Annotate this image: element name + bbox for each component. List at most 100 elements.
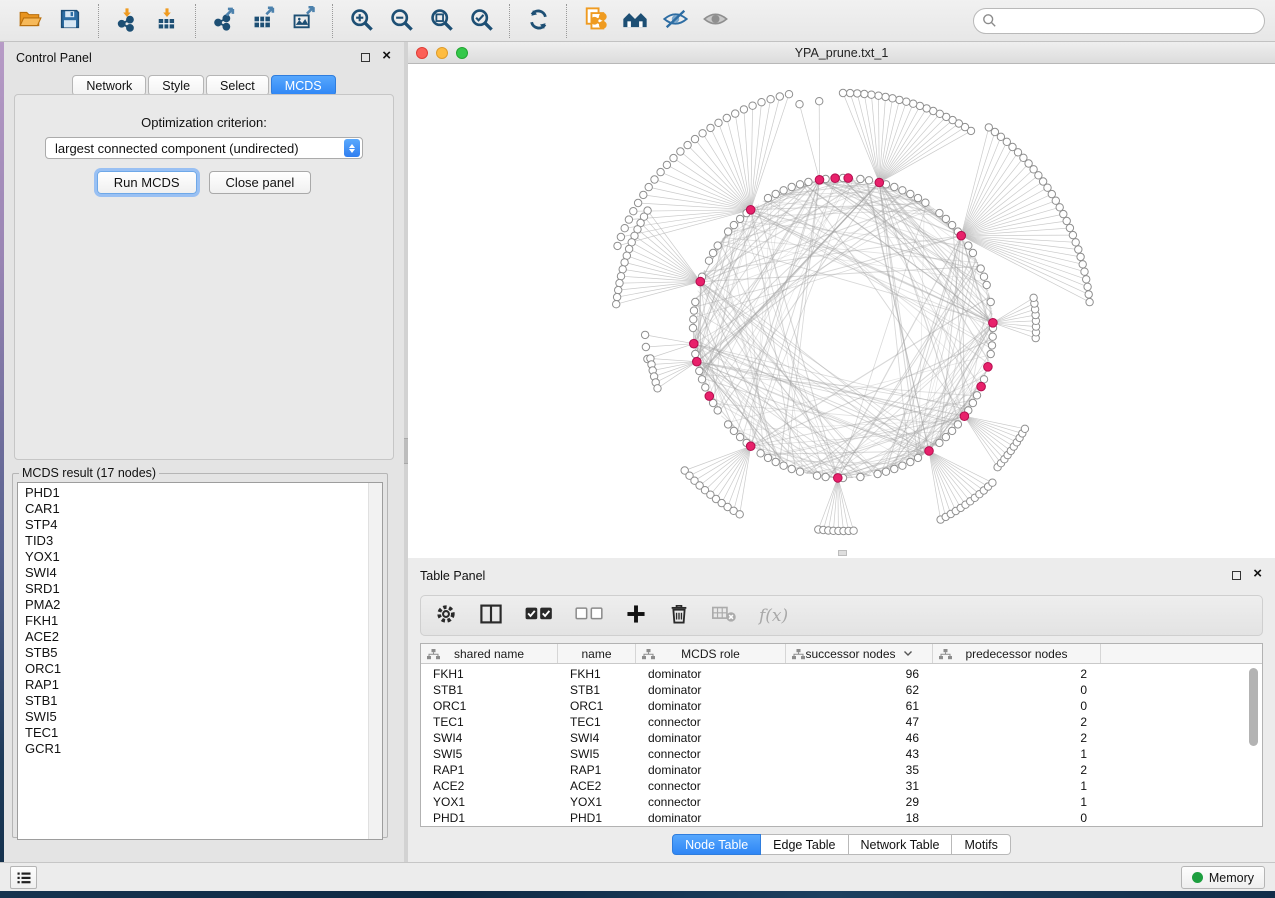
export-image-button[interactable] — [287, 3, 321, 39]
network-node[interactable] — [780, 462, 787, 469]
network-node[interactable] — [684, 141, 691, 148]
mcds-result-item[interactable]: ORC1 — [18, 661, 366, 677]
mcds-result-item[interactable]: GCR1 — [18, 741, 366, 757]
mcds-node[interactable] — [705, 392, 714, 401]
network-node[interactable] — [1066, 224, 1073, 231]
deselect-all-columns-button[interactable] — [575, 601, 603, 631]
network-node[interactable] — [865, 177, 872, 184]
network-node[interactable] — [1069, 231, 1076, 238]
network-node[interactable] — [987, 350, 994, 357]
network-node[interactable] — [692, 350, 699, 357]
network-node[interactable] — [805, 178, 812, 185]
network-node[interactable] — [657, 168, 664, 175]
network-node[interactable] — [634, 199, 641, 206]
network-node[interactable] — [690, 316, 697, 323]
network-node[interactable] — [707, 124, 714, 131]
network-node[interactable] — [670, 154, 677, 161]
network-node[interactable] — [861, 90, 868, 97]
network-node[interactable] — [614, 242, 621, 249]
network-node[interactable] — [617, 233, 624, 240]
network-node[interactable] — [736, 215, 743, 222]
network-node[interactable] — [1021, 425, 1028, 432]
network-node[interactable] — [714, 407, 721, 414]
table-row[interactable]: TEC1TEC1connector472 — [421, 714, 1262, 730]
mcds-result-item[interactable]: ACE2 — [18, 629, 366, 645]
import-table-button[interactable] — [150, 3, 184, 39]
network-node[interactable] — [736, 433, 743, 440]
network-node[interactable] — [1085, 291, 1092, 298]
mcds-result-item[interactable]: TEC1 — [18, 725, 366, 741]
network-node[interactable] — [613, 301, 620, 308]
network-node[interactable] — [767, 96, 774, 103]
mcds-node[interactable] — [844, 174, 853, 183]
network-node[interactable] — [764, 194, 771, 201]
network-node[interactable] — [989, 333, 996, 340]
network-node[interactable] — [1052, 197, 1059, 204]
mcds-node[interactable] — [690, 339, 699, 348]
import-network-button[interactable] — [110, 3, 144, 39]
network-node[interactable] — [1030, 294, 1037, 301]
network-node[interactable] — [785, 91, 792, 98]
network-node[interactable] — [1063, 217, 1070, 224]
network-node[interactable] — [690, 307, 697, 314]
refresh-button[interactable] — [521, 3, 555, 39]
network-node[interactable] — [1084, 283, 1091, 290]
network-node[interactable] — [740, 106, 747, 113]
network-node[interactable] — [621, 225, 628, 232]
column-layout-button[interactable] — [479, 601, 503, 631]
network-node[interactable] — [903, 98, 910, 105]
network-node[interactable] — [723, 114, 730, 121]
network-node[interactable] — [875, 92, 882, 99]
network-node[interactable] — [621, 259, 628, 266]
close-table-panel-icon[interactable]: × — [1253, 564, 1262, 584]
network-node[interactable] — [724, 228, 731, 235]
table-row[interactable]: SWI4SWI4dominator462 — [421, 730, 1262, 746]
export-table-button[interactable] — [247, 3, 281, 39]
network-node[interactable] — [776, 93, 783, 100]
mcds-node[interactable] — [989, 319, 998, 328]
network-node[interactable] — [969, 399, 976, 406]
network-node[interactable] — [730, 427, 737, 434]
network-node[interactable] — [613, 293, 620, 300]
network-node[interactable] — [857, 175, 864, 182]
network-node[interactable] — [772, 190, 779, 197]
network-node[interactable] — [619, 266, 626, 273]
network-node[interactable] — [663, 161, 670, 168]
network-node[interactable] — [942, 215, 949, 222]
mcds-result-item[interactable]: TID3 — [18, 533, 366, 549]
network-node[interactable] — [616, 279, 623, 286]
network-node[interactable] — [948, 427, 955, 434]
network-node[interactable] — [645, 183, 652, 190]
mcds-node[interactable] — [957, 231, 966, 240]
mcds-node[interactable] — [746, 206, 755, 215]
mcds-node[interactable] — [746, 442, 755, 451]
table-scrollbar-thumb[interactable] — [1249, 668, 1258, 746]
tab-node-table[interactable]: Node Table — [672, 834, 761, 855]
network-node[interactable] — [642, 343, 649, 350]
network-node[interactable] — [1072, 239, 1079, 246]
mcds-node[interactable] — [977, 382, 986, 391]
table-row[interactable]: RAP1RAP1dominator352 — [421, 762, 1262, 778]
network-node[interactable] — [907, 458, 914, 465]
open-session-button[interactable] — [13, 3, 47, 39]
network-node[interactable] — [617, 273, 624, 280]
mcds-result-item[interactable]: STP4 — [18, 517, 366, 533]
network-node[interactable] — [730, 221, 737, 228]
network-node[interactable] — [1083, 276, 1090, 283]
network-node[interactable] — [796, 468, 803, 475]
mcds-result-item[interactable]: SWI5 — [18, 709, 366, 725]
network-node[interactable] — [985, 124, 992, 131]
network-node[interactable] — [980, 273, 987, 280]
network-node[interactable] — [1077, 253, 1084, 260]
close-panel-button[interactable]: Close panel — [209, 171, 312, 194]
network-node[interactable] — [907, 190, 914, 197]
network-node[interactable] — [936, 439, 943, 446]
tab-network-table[interactable]: Network Table — [849, 834, 953, 855]
table-row[interactable]: PHD1PHD1dominator180 — [421, 810, 1262, 826]
mcds-node[interactable] — [925, 447, 934, 456]
zoom-selected-button[interactable] — [464, 3, 498, 39]
network-node[interactable] — [732, 110, 739, 117]
network-node[interactable] — [796, 101, 803, 108]
network-node[interactable] — [977, 265, 984, 272]
network-node[interactable] — [699, 130, 706, 137]
